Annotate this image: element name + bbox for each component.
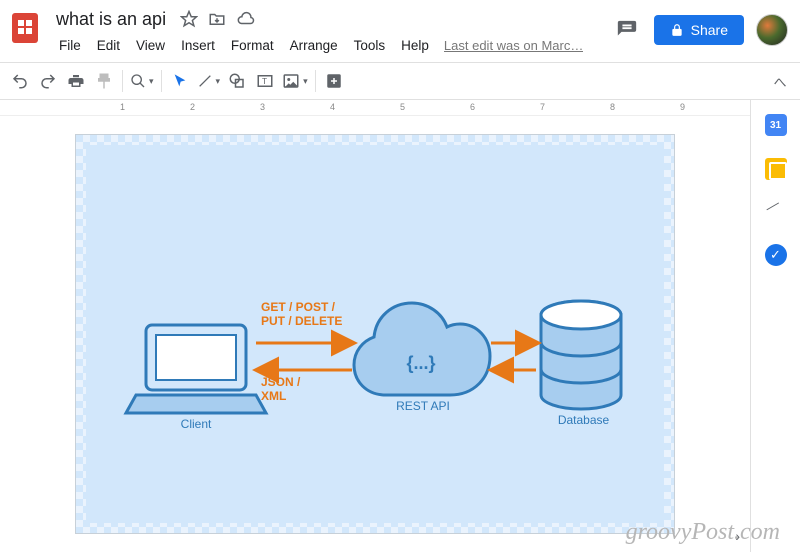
app-logo-icon[interactable] [8,10,44,46]
client-label: Client [171,417,221,431]
ruler-tick: 3 [260,102,265,112]
paint-format-button[interactable] [90,67,118,95]
share-button-label: Share [691,22,728,38]
menu-file[interactable]: File [52,35,88,56]
calendar-day: 31 [770,120,781,131]
redo-button[interactable] [34,67,62,95]
rest-api-label: REST API [393,399,453,413]
undo-button[interactable] [6,67,34,95]
menu-help[interactable]: Help [394,35,436,56]
move-icon[interactable] [208,10,226,28]
header-actions: Share [612,6,792,46]
canvas-column: 1 2 3 4 5 6 7 8 9 GET / POST / PUT / DEL… [0,100,750,552]
star-icon[interactable] [180,10,198,28]
ruler-tick: 1 [120,102,125,112]
keep-addon-icon[interactable] [765,158,787,180]
lock-icon [670,23,684,37]
title-area: what is an api File Edit View Insert For… [52,6,612,56]
client-icon [126,325,266,413]
api-glyph: {...} [406,353,435,373]
canvas-wrap: GET / POST / PUT / DELETE JSON / XML [0,116,750,552]
select-tool[interactable] [166,67,194,95]
ruler-tick: 5 [400,102,405,112]
zoom-dropdown[interactable] [127,67,157,95]
show-side-panel-button[interactable]: › [735,528,740,544]
last-edit-link[interactable]: Last edit was on Marc… [444,38,583,53]
ruler-tick: 9 [680,102,685,112]
database-icon [541,301,621,409]
svg-text:T: T [262,77,267,86]
cloud-status-icon[interactable] [236,10,256,28]
comments-button[interactable] [612,15,642,45]
document-title[interactable]: what is an api [52,8,170,31]
calendar-addon-icon[interactable]: 31 [765,114,787,136]
tasks-addon-icon[interactable]: ✓ [765,244,787,266]
canvas-background[interactable]: GET / POST / PUT / DELETE JSON / XML [75,134,675,534]
drawing-canvas[interactable]: GET / POST / PUT / DELETE JSON / XML [86,145,664,523]
textbox-tool[interactable]: T [251,67,279,95]
line-addon-icon[interactable] [766,202,786,222]
ruler-tick: 2 [190,102,195,112]
shape-tool[interactable] [223,67,251,95]
menu-insert[interactable]: Insert [174,35,222,56]
horizontal-ruler[interactable]: 1 2 3 4 5 6 7 8 9 [0,100,750,116]
menu-tools[interactable]: Tools [347,35,393,56]
print-button[interactable] [62,67,90,95]
diagram-svg: {...} [86,145,666,525]
line-tool[interactable] [194,67,224,95]
account-avatar[interactable] [756,14,788,46]
rest-api-icon: {...} [354,303,490,395]
collapse-toolbar-button[interactable]: へ [766,67,794,95]
ruler-tick: 8 [610,102,615,112]
menu-arrange[interactable]: Arrange [283,35,345,56]
insert-comment-button[interactable] [320,67,348,95]
menu-format[interactable]: Format [224,35,281,56]
menu-edit[interactable]: Edit [90,35,127,56]
share-button[interactable]: Share [654,15,744,45]
menu-view[interactable]: View [129,35,172,56]
toolbar: T へ [0,62,800,100]
ruler-tick: 6 [470,102,475,112]
menubar: File Edit View Insert Format Arrange Too… [52,34,612,56]
image-tool[interactable] [279,67,311,95]
workspace: 1 2 3 4 5 6 7 8 9 GET / POST / PUT / DEL… [0,100,800,552]
ruler-tick: 4 [330,102,335,112]
database-label: Database [551,413,616,427]
side-panel: 31 ✓ [750,100,800,552]
app-header: what is an api File Edit View Insert For… [0,0,800,56]
ruler-tick: 7 [540,102,545,112]
